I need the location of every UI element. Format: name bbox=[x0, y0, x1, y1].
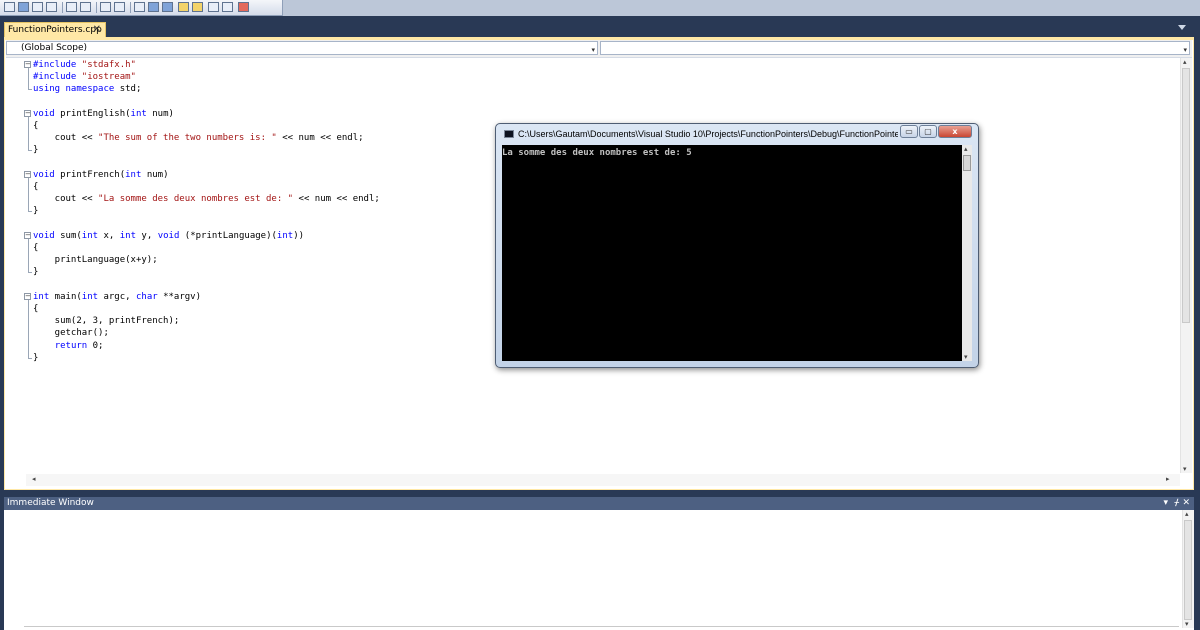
chevron-down-icon: ▾ bbox=[591, 46, 595, 54]
console-output-text: La somme des deux nombres est de: 5 bbox=[502, 148, 692, 158]
outline-end-tick bbox=[28, 211, 32, 213]
toolbar bbox=[0, 0, 1200, 16]
bookmark-icon[interactable] bbox=[134, 2, 145, 12]
next-bookmark-icon[interactable] bbox=[162, 2, 173, 12]
outline-end-tick bbox=[28, 272, 32, 274]
scroll-left-icon[interactable]: ◂ bbox=[32, 475, 36, 483]
scroll-up-icon[interactable]: ▴ bbox=[1185, 510, 1189, 518]
code-line: } bbox=[33, 206, 39, 217]
code-line: #include "stdafx.h" bbox=[33, 60, 136, 70]
close-button[interactable]: x bbox=[938, 125, 972, 138]
code-line: using namespace std; bbox=[33, 84, 142, 95]
code-line: printLanguage(x+y); bbox=[33, 255, 158, 266]
member-combo[interactable]: ▾ bbox=[600, 41, 1190, 55]
toolbar-separator bbox=[62, 2, 63, 13]
add-item-icon[interactable] bbox=[18, 2, 29, 12]
code-line: #include "iostream" bbox=[33, 72, 136, 83]
clear-bookmarks-icon[interactable] bbox=[238, 2, 249, 12]
code-line: void printFrench(int num) bbox=[33, 169, 169, 180]
horizontal-scrollbar[interactable]: ◂ ▸ bbox=[26, 474, 1180, 486]
folder-next-icon[interactable] bbox=[192, 2, 203, 12]
pin-icon[interactable]: ᚋ bbox=[1175, 497, 1179, 510]
scroll-right-icon[interactable]: ▸ bbox=[1166, 475, 1170, 483]
outline-line bbox=[28, 116, 29, 151]
code-line: } bbox=[33, 145, 39, 156]
indent-icon[interactable] bbox=[66, 2, 77, 12]
code-line: void printEnglish(int num) bbox=[33, 108, 174, 119]
scope-label: (Global Scope) bbox=[21, 43, 88, 53]
scrollbar-thumb[interactable] bbox=[1184, 520, 1192, 620]
code-line: { bbox=[33, 243, 39, 253]
outline-line bbox=[28, 299, 29, 358]
code-line: cout << "The sum of the two numbers is: … bbox=[33, 133, 364, 144]
uncomment-icon[interactable] bbox=[114, 2, 125, 12]
minimize-button[interactable]: ▭ bbox=[900, 125, 918, 138]
scrollbar-thumb[interactable] bbox=[963, 155, 971, 171]
toolbar-separator bbox=[96, 2, 97, 13]
immediate-window-header: Immediate Window ▾ ᚋ ✕ bbox=[4, 497, 1194, 510]
code-line: sum(2, 3, printFrench); bbox=[33, 316, 180, 327]
prev-bookmark-icon[interactable] bbox=[148, 2, 159, 12]
outline-end-tick bbox=[28, 150, 32, 152]
horizontal-scrollbar-track bbox=[24, 626, 1179, 627]
console-window[interactable]: C:\Users\Gautam\Documents\Visual Studio … bbox=[495, 123, 979, 368]
code-line: { bbox=[33, 304, 39, 314]
code-line: { bbox=[33, 182, 39, 192]
code-line: { bbox=[33, 121, 39, 131]
collapse-icon[interactable]: − bbox=[24, 170, 31, 178]
new-item-icon[interactable] bbox=[4, 2, 15, 12]
close-icon[interactable]: ✕ bbox=[93, 23, 101, 37]
console-output-area[interactable]: La somme des deux nombres est de: 5 bbox=[502, 145, 962, 361]
file-prev-icon[interactable] bbox=[208, 2, 219, 12]
toolbar-strip bbox=[0, 0, 283, 16]
scroll-up-icon[interactable]: ▴ bbox=[964, 145, 968, 153]
close-icon[interactable]: ✕ bbox=[1182, 497, 1190, 510]
collapse-icon[interactable]: − bbox=[24, 231, 31, 239]
chevron-down-icon: ▾ bbox=[1183, 46, 1187, 54]
code-line: int main(int argc, char **argv) bbox=[33, 291, 202, 302]
code-line: return 0; bbox=[54, 340, 104, 351]
tab-functionpointers-cpp[interactable]: FunctionPointers.cpp ✕ bbox=[4, 22, 106, 37]
select-icon[interactable] bbox=[32, 2, 43, 12]
collapse-icon[interactable]: − bbox=[24, 109, 31, 117]
immediate-window-body[interactable]: ▴ ▾ bbox=[4, 510, 1194, 630]
comment-icon[interactable] bbox=[100, 2, 111, 12]
vertical-scrollbar[interactable]: ▴ ▾ bbox=[1182, 510, 1194, 628]
code-line: } bbox=[33, 352, 39, 363]
maximize-button[interactable]: ▢ bbox=[919, 125, 937, 138]
outline-line bbox=[28, 238, 29, 273]
code-line: } bbox=[33, 267, 39, 278]
scrollbar-thumb[interactable] bbox=[1182, 68, 1190, 323]
dropdown-icon[interactable]: ▾ bbox=[1163, 497, 1168, 510]
folder-prev-icon[interactable] bbox=[178, 2, 189, 12]
chevron-down-icon[interactable] bbox=[1178, 25, 1186, 30]
scroll-down-icon[interactable]: ▾ bbox=[1183, 465, 1187, 473]
outline-end-tick bbox=[28, 89, 32, 91]
collapse-icon[interactable]: − bbox=[24, 61, 31, 68]
outline-line bbox=[28, 177, 29, 212]
console-app-icon bbox=[504, 130, 514, 138]
file-next-icon[interactable] bbox=[222, 2, 233, 12]
scope-combo[interactable]: (Global Scope) ▾ bbox=[6, 41, 598, 55]
scroll-down-icon[interactable]: ▾ bbox=[1185, 620, 1189, 628]
scroll-down-icon[interactable]: ▾ bbox=[964, 353, 968, 361]
font-icon[interactable] bbox=[46, 2, 57, 12]
navigation-bar: (Global Scope) ▾ ▾ bbox=[6, 40, 1192, 58]
code-line: cout << "La somme des deux nombres est d… bbox=[33, 194, 380, 205]
code-line: void sum(int x, int y, void (*printLangu… bbox=[33, 230, 305, 241]
outline-end-tick bbox=[28, 357, 32, 359]
collapse-icon[interactable]: − bbox=[24, 292, 31, 300]
outline-line bbox=[28, 68, 29, 90]
vertical-scrollbar[interactable]: ▴ ▾ bbox=[1180, 58, 1192, 473]
scroll-up-icon[interactable]: ▴ bbox=[1183, 58, 1187, 66]
immediate-window-title: Immediate Window bbox=[7, 498, 94, 508]
tab-label: FunctionPointers.cpp bbox=[8, 25, 102, 35]
outdent-icon[interactable] bbox=[80, 2, 91, 12]
console-scrollbar[interactable]: ▴ ▾ bbox=[962, 145, 972, 361]
toolbar-separator bbox=[130, 2, 131, 13]
code-line: getchar(); bbox=[33, 328, 109, 339]
console-title: C:\Users\Gautam\Documents\Visual Studio … bbox=[518, 129, 898, 139]
